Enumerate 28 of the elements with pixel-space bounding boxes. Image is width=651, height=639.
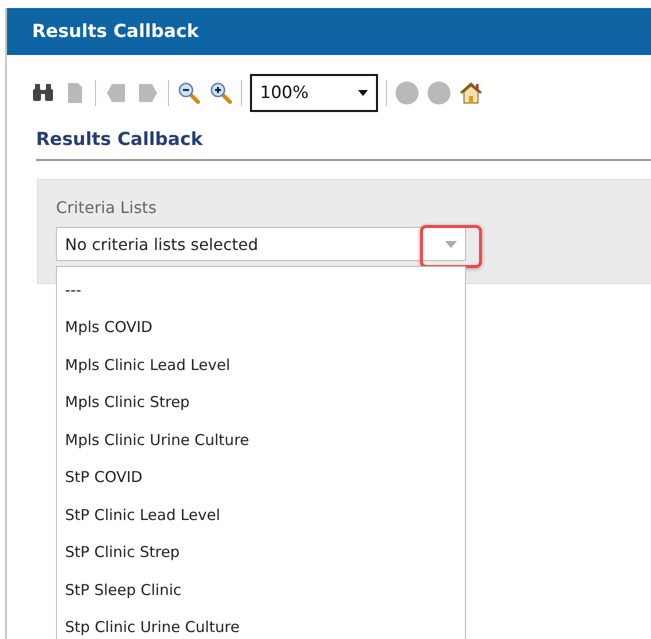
dropdown-option[interactable]: Mpls Clinic Lead Level [57, 346, 465, 384]
dropdown-option[interactable]: StP COVID [57, 458, 465, 496]
window-title: Results Callback [7, 8, 651, 55]
zoom-out-icon [178, 82, 200, 104]
criteria-select[interactable]: No criteria lists selected [56, 227, 466, 261]
toolbar-button[interactable] [177, 81, 201, 105]
zoom-in-icon [210, 82, 232, 104]
previous-page-icon [106, 83, 126, 103]
dropdown-option[interactable]: StP Sleep Clinic [57, 571, 465, 608]
dropdown-option[interactable]: Stp Clinic Urine Culture [57, 608, 465, 639]
section-heading: Results Callback [36, 129, 651, 161]
binoculars-icon [32, 84, 54, 102]
caret-icon [445, 240, 457, 248]
circle-icon [395, 81, 419, 105]
home-icon [459, 81, 483, 105]
field-label: Criteria Lists [56, 198, 158, 217]
toolbar-button[interactable] [209, 81, 233, 105]
next-page-icon [138, 83, 158, 103]
dropdown-option[interactable]: Mpls COVID [57, 308, 465, 346]
zoom-select[interactable]: 100% [250, 74, 378, 112]
circle-icon [427, 81, 451, 105]
dropdown-option[interactable]: StP Clinic Strep [57, 534, 465, 571]
dropdown-option[interactable]: --- [57, 271, 465, 308]
dropdown-option[interactable]: Mpls Clinic Urine Culture [57, 421, 465, 458]
dropdown-option[interactable]: StP Clinic Lead Level [57, 496, 465, 534]
caret-icon [358, 90, 368, 96]
page-icon [67, 82, 83, 104]
dropdown-option[interactable]: Mpls Clinic Strep [57, 384, 465, 421]
